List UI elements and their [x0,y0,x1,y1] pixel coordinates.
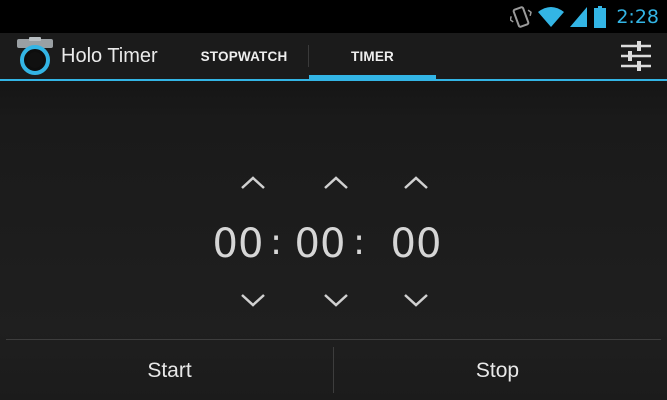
hours-value[interactable]: 00 [206,218,270,270]
clock-time: 2:28 [616,6,659,28]
minutes-value[interactable]: 00 [288,218,352,270]
app-title: Holo Timer [61,45,158,67]
tab-selected-indicator [309,75,436,81]
button-bar-divider [6,339,661,340]
hours-increment-chevron-up-icon[interactable] [238,174,268,192]
time-separator: : [270,222,283,263]
tab-timer[interactable]: TIMER [309,33,436,79]
seconds-decrement-chevron-down-icon[interactable] [401,291,431,309]
start-button-label: Start [147,358,192,382]
action-bar: Holo Timer STOPWATCH TIMER [0,33,667,81]
minutes-decrement-chevron-down-icon[interactable] [321,291,351,309]
seconds-value[interactable]: 00 [384,218,448,270]
tab-stopwatch[interactable]: STOPWATCH [180,33,308,79]
status-bar: 2:28 [0,0,667,33]
signal-icon [570,7,588,27]
hours-decrement-chevron-down-icon[interactable] [238,291,268,309]
seconds-increment-chevron-up-icon[interactable] [401,174,431,192]
tab-stopwatch-label: STOPWATCH [200,48,288,64]
battery-icon [594,6,607,28]
vibrate-icon [510,6,533,28]
timer-screen: 2:28 Holo Timer STOPWATCH TIMER 00: 00 … [0,0,667,400]
status-icons: 2:28 [510,3,659,31]
time-separator: : [353,222,366,263]
stopwatch-icon[interactable] [15,37,55,75]
start-button[interactable]: Start [6,341,333,400]
stop-button[interactable]: Stop [334,341,661,400]
stop-button-label: Stop [475,358,520,382]
tab-timer-label: TIMER [351,48,394,64]
settings-sliders-icon[interactable] [619,40,653,72]
wifi-icon [538,7,565,27]
minutes-increment-chevron-up-icon[interactable] [321,174,351,192]
